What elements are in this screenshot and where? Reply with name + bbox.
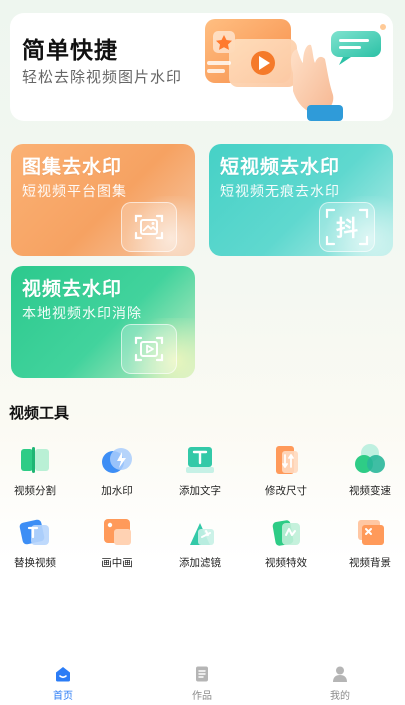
background-icon xyxy=(352,515,388,549)
douyin-icon: 抖 xyxy=(319,202,375,252)
tool-label: 画中画 xyxy=(101,557,133,569)
profile-icon xyxy=(331,665,349,683)
effects-icon xyxy=(268,515,304,549)
text-icon xyxy=(182,443,218,477)
tool-video-split[interactable]: 视频分割 xyxy=(0,443,70,505)
local-video-watermark-card[interactable]: 视频去水印 本地视频水印消除 xyxy=(11,266,195,378)
pip-icon xyxy=(99,515,135,549)
nav-label: 作品 xyxy=(192,691,212,702)
play-icon xyxy=(121,324,177,374)
banner-illustration xyxy=(205,19,386,121)
tool-replace-video[interactable]: 替换视频 xyxy=(0,515,70,577)
tool-label: 添加文字 xyxy=(179,485,221,497)
card-subtitle: 短视频平台图集 xyxy=(22,184,127,200)
nav-label: 首页 xyxy=(53,691,73,702)
tool-resize[interactable]: 修改尺寸 xyxy=(251,443,321,505)
nav-item-home[interactable]: 首页 xyxy=(33,665,93,702)
tool-add-watermark[interactable]: 加水印 xyxy=(82,443,152,505)
tool-label: 替换视频 xyxy=(14,557,56,569)
bottom-nav: 首页 作品 我的 xyxy=(0,655,405,705)
tool-add-text[interactable]: 添加文字 xyxy=(165,443,235,505)
tool-label: 视频特效 xyxy=(265,557,307,569)
nav-label: 我的 xyxy=(330,691,350,702)
speed-icon xyxy=(352,443,388,477)
tool-label: 视频背景 xyxy=(349,557,391,569)
replace-icon xyxy=(17,515,53,549)
tool-video-speed[interactable]: 视频变速 xyxy=(335,443,405,505)
douyin-icon-glyph: 抖 xyxy=(335,217,358,242)
album-watermark-card[interactable]: 图集去水印 短视频平台图集 xyxy=(11,144,195,256)
banner-subtitle: 轻松去除视频图片水印 xyxy=(22,68,183,86)
card-title: 图集去水印 xyxy=(22,156,123,178)
nav-item-profile[interactable]: 我的 xyxy=(310,665,370,702)
add-watermark-icon xyxy=(99,443,135,477)
tool-label: 修改尺寸 xyxy=(265,485,307,497)
tool-video-background[interactable]: 视频背景 xyxy=(335,515,405,577)
tool-label: 视频分割 xyxy=(14,485,56,497)
banner-title: 简单快捷 xyxy=(22,38,118,64)
tool-video-effects[interactable]: 视频特效 xyxy=(251,515,321,577)
hero-banner[interactable]: 简单快捷 轻松去除视频图片水印 xyxy=(10,13,393,121)
card-title: 短视频去水印 xyxy=(220,156,341,178)
home-icon xyxy=(54,665,72,683)
tool-picture-in-picture[interactable]: 画中画 xyxy=(82,515,152,577)
card-title: 视频去水印 xyxy=(22,278,123,300)
section-title: 视频工具 xyxy=(9,404,70,422)
resize-icon xyxy=(268,443,304,477)
short-video-watermark-card[interactable]: 短视频去水印 短视频无痕去水印 抖 xyxy=(209,144,393,256)
tool-label: 添加滤镜 xyxy=(179,557,221,569)
works-icon xyxy=(193,665,211,683)
tool-add-filter[interactable]: 添加滤镜 xyxy=(165,515,235,577)
tool-label: 视频变速 xyxy=(349,485,391,497)
nav-item-works[interactable]: 作品 xyxy=(172,665,232,702)
filter-icon xyxy=(182,515,218,549)
tool-label: 加水印 xyxy=(101,485,133,497)
split-icon xyxy=(17,443,53,477)
image-icon xyxy=(121,202,177,252)
